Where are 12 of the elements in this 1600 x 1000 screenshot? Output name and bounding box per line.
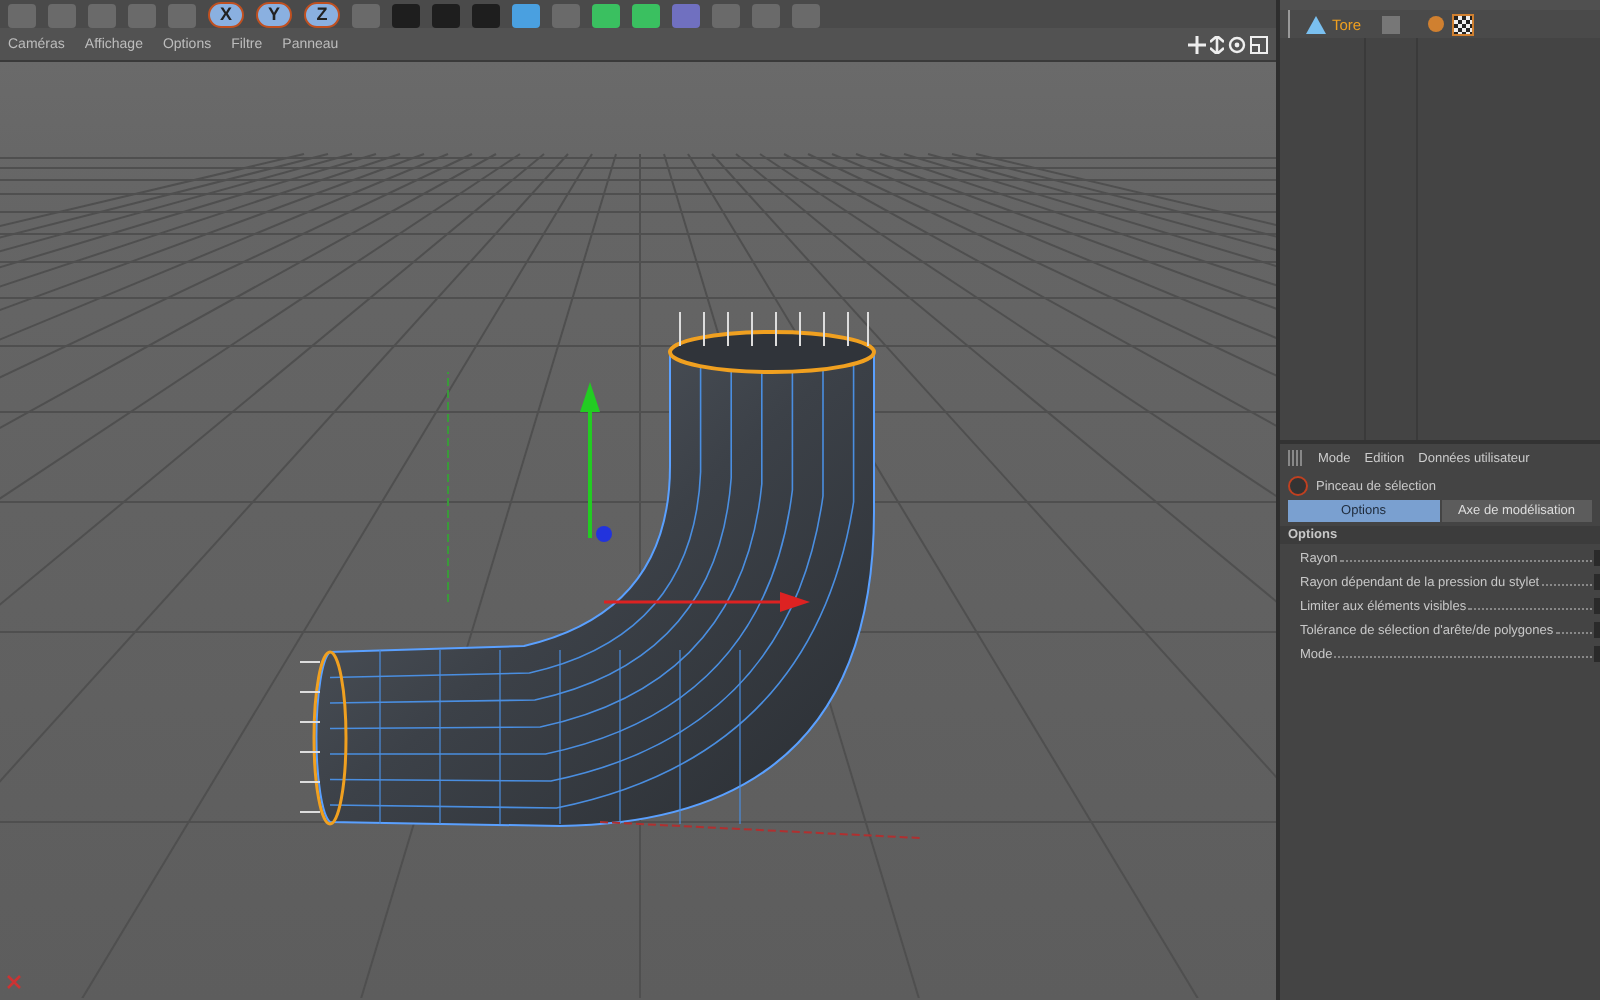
rotate-view-icon[interactable] xyxy=(1228,35,1246,53)
move-view-icon[interactable] xyxy=(1188,35,1206,53)
dolly-view-icon[interactable] xyxy=(1210,35,1224,53)
grid-icon[interactable] xyxy=(1288,450,1304,466)
material-icon xyxy=(1427,16,1444,32)
phong-tag-icon[interactable] xyxy=(1451,13,1474,35)
axis-lock-button[interactable]: Z xyxy=(304,2,340,28)
axis-lock-button[interactable]: Y xyxy=(256,2,292,28)
torus-icon xyxy=(1306,15,1326,33)
maximize-view-icon[interactable] xyxy=(1250,35,1268,53)
origin-mark-icon xyxy=(6,974,22,990)
axis-lock-button[interactable]: X xyxy=(208,2,244,28)
